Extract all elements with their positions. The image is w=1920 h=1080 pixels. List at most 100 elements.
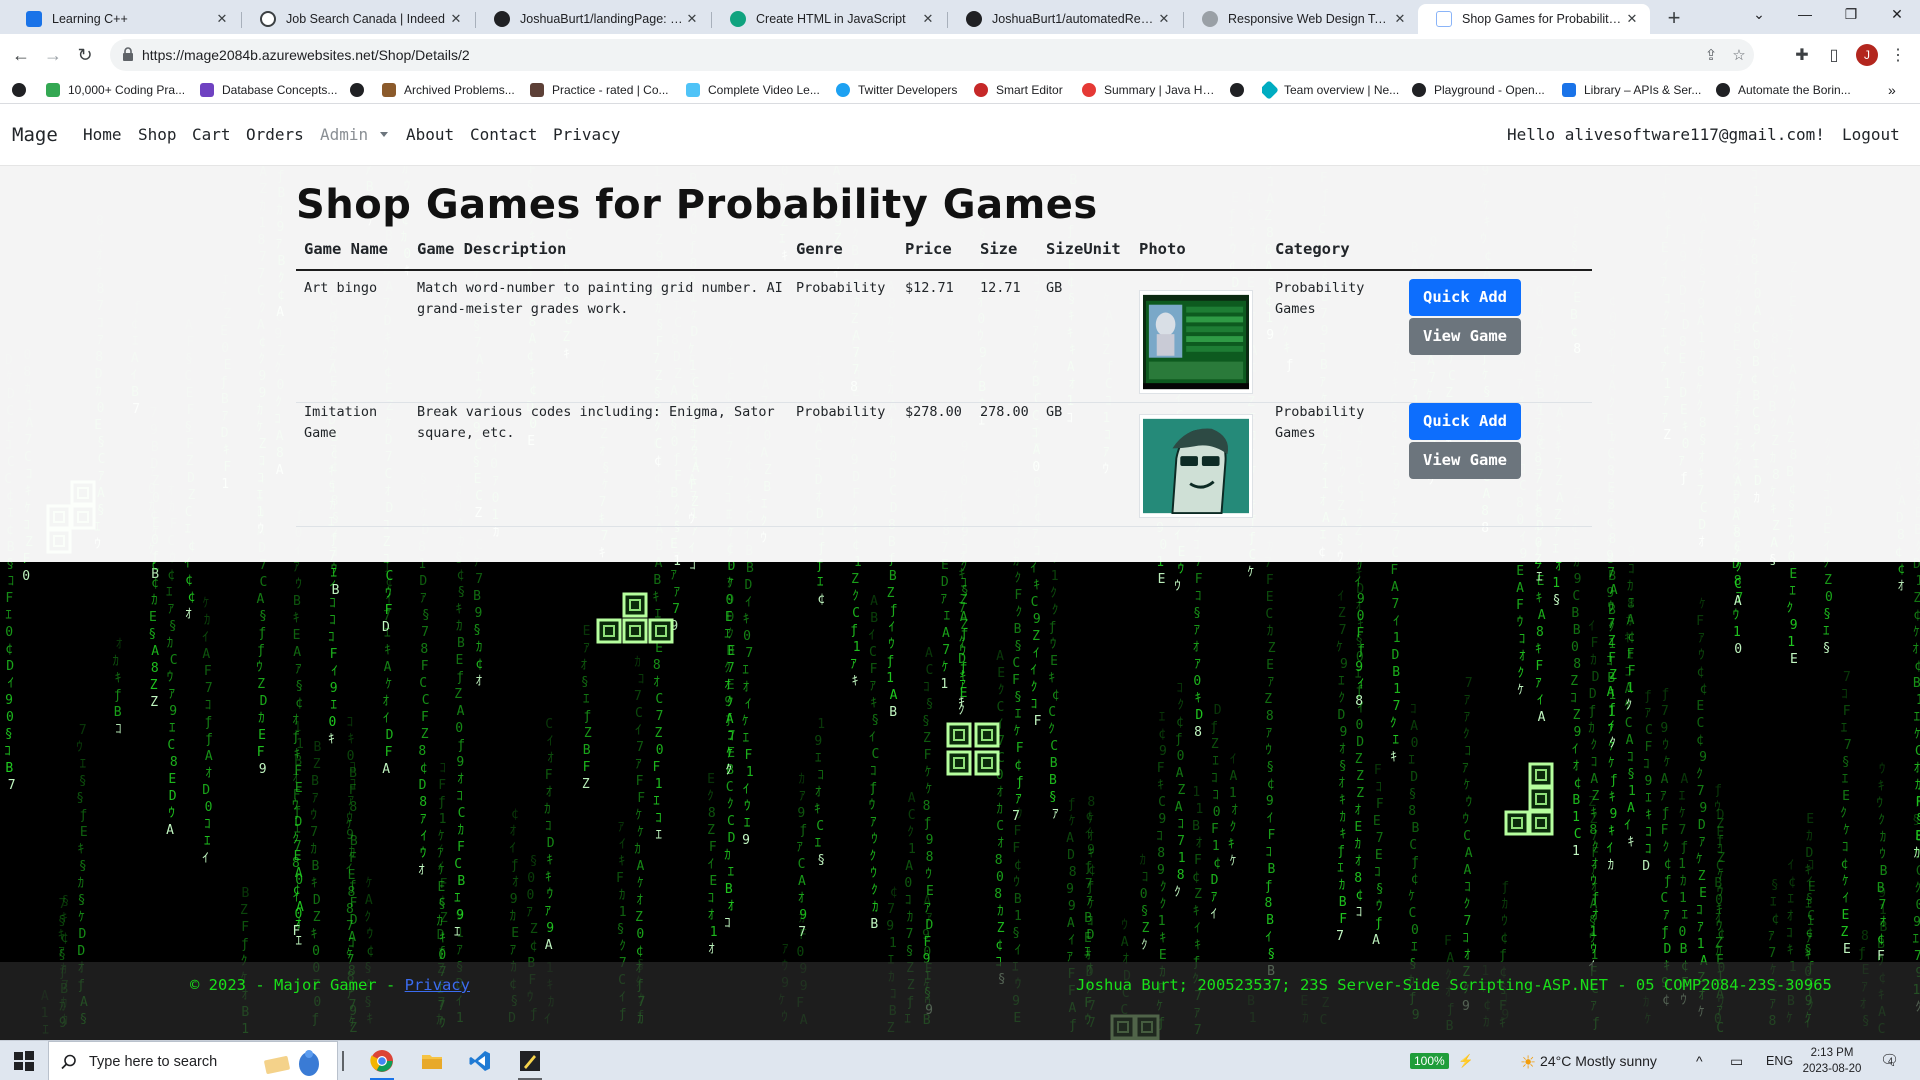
svg-text:¢: ¢ [475,657,483,672]
nav-about[interactable]: About [406,104,454,166]
svg-text:1: 1 [1178,851,1186,866]
extensions-icon[interactable]: ✚ [1792,46,1812,66]
browser-tab[interactable]: Responsive Web Design Task: Ta ✕ [1184,4,1418,34]
browser-tab-active[interactable]: Shop Games for Probability Gan ✕ [1418,4,1650,34]
bookmark-item[interactable] [1230,80,1250,100]
bookmark-item[interactable]: Complete Video Le... [686,80,826,100]
bookmark-star-icon[interactable]: ☆ [1730,47,1748,65]
reload-icon[interactable]: ↻ [72,42,98,68]
new-tab-button[interactable]: + [1660,5,1688,33]
restore-icon[interactable]: ❐ [1828,0,1874,30]
svg-text:B: B [1014,892,1022,907]
chrome-icon[interactable] [370,1049,394,1073]
footer-privacy-link[interactable]: Privacy [405,976,470,994]
language-indicator[interactable]: ENG [1766,1041,1793,1080]
svg-text:1: 1 [1697,937,1705,952]
browser-tab[interactable]: Job Search Canada | Indeed ✕ [242,4,474,34]
bookmarks-overflow-icon[interactable]: » [1888,80,1908,100]
bookmark-item[interactable] [350,80,370,100]
notifications-icon[interactable]: 🗨4 [1880,1041,1904,1080]
side-panel-icon[interactable]: ▯ [1824,46,1844,66]
bookmark-item[interactable]: Smart Editor [974,80,1080,100]
svg-text:9: 9 [742,833,750,848]
svg-text:ｺ: ｺ [204,817,211,832]
nav-contact[interactable]: Contact [470,104,537,166]
browser-tab[interactable]: Create HTML in JavaScript ✕ [712,4,946,34]
svg-text:1: 1 [853,640,861,655]
bookmark-item[interactable]: Automate the Borin... [1716,80,1866,100]
svg-text:9: 9 [1790,618,1798,633]
vscode-icon[interactable] [468,1049,492,1073]
profile-avatar[interactable]: J [1856,44,1878,66]
bookmark-item[interactable]: Summary | Java Ho... [1082,80,1218,100]
svg-text:0: 0 [5,625,13,640]
browser-tab[interactable]: JoshuaBurt1/automatedReports ✕ [948,4,1182,34]
address-bar[interactable]: https://mage2084b.azurewebsites.net/Shop… [110,39,1754,71]
close-icon[interactable]: ✕ [920,11,936,27]
tray-overflow-icon[interactable]: ^ [1696,1041,1703,1080]
close-icon[interactable]: ✕ [1156,11,1172,27]
user-greeting[interactable]: Hello alivesoftware117@gmail.com! [1507,104,1825,166]
browser-tab[interactable]: JoshuaBurt1/landingPage: landi ✕ [476,4,710,34]
bookmark-item[interactable]: Library – APIs & Ser... [1562,80,1702,100]
web-page: DｹDCFｺCC¢ｴ¢B§ｺFｴ0¢Dｲ90§ｺB708ｶ1A7CｺｷｹｺZF0… [0,104,1920,1040]
windows-start-icon[interactable] [12,1049,36,1073]
site-brand[interactable]: Mage [12,104,58,166]
svg-text:8: 8 [923,799,931,814]
bookmark-item[interactable]: Archived Problems... [382,80,522,100]
share-icon[interactable]: ⇪ [1702,47,1720,65]
view-game-button[interactable]: View Game [1409,318,1521,355]
file-explorer-icon[interactable] [420,1049,444,1073]
nav-admin-dropdown[interactable]: Admin [320,104,368,166]
forward-arrow-icon[interactable]: → [40,42,66,68]
svg-text:ｹ: ｹ [366,876,373,891]
svg-text:C: C [1660,891,1668,906]
close-icon[interactable]: ✕ [448,11,464,27]
svg-text:ｺ: ｺ [1212,788,1219,803]
svg-text:ｱ: ｱ [420,591,427,606]
svg-text:7: 7 [1607,617,1615,632]
quick-add-button[interactable]: Quick Add [1409,279,1521,316]
close-icon[interactable]: ✕ [684,11,700,27]
github-tab-icon [494,11,510,27]
sticky-notes-icon[interactable] [518,1049,542,1073]
more-menu-icon[interactable]: ⋮ [1888,46,1908,66]
nav-shop[interactable]: Shop [138,104,177,166]
close-icon[interactable]: ✕ [1624,11,1640,27]
bookmark-item[interactable] [12,80,32,100]
nav-cart[interactable]: Cart [192,104,231,166]
bookmark-item[interactable]: Practice - rated | Co... [530,80,672,100]
svg-text:ｳ: ｳ [346,811,353,826]
view-game-button[interactable]: View Game [1409,442,1521,479]
game-price: $278.00 [905,404,962,420]
window-close-icon[interactable]: ✕ [1874,0,1920,30]
bookmark-item[interactable]: Twitter Developers [836,80,966,100]
battery-indicator[interactable]: 100% ⚡ [1410,1041,1474,1080]
svg-text:ｱ: ｱ [1768,929,1775,944]
svg-text:ｲ: ｲ [619,837,626,852]
system-clock[interactable]: 2:13 PM 2023-08-20 [1800,1045,1864,1077]
network-icon[interactable]: ▭ [1730,1041,1743,1080]
weather-widget[interactable]: ☀ 24°C Mostly sunny [1520,1041,1657,1080]
back-arrow-icon[interactable]: ← [8,42,34,68]
nav-privacy[interactable]: Privacy [553,104,620,166]
nav-orders[interactable]: Orders [246,104,304,166]
bookmark-item[interactable]: Database Concepts... [200,80,340,100]
svg-text:§: § [1804,943,1812,958]
browser-tab[interactable]: Learning C++ ✕ [8,4,240,34]
bookmark-item[interactable]: 10,000+ Coding Pra... [46,80,186,100]
tab-search-icon[interactable]: ⌄ [1736,0,1782,30]
close-icon[interactable]: ✕ [1392,11,1408,27]
close-icon[interactable]: ✕ [214,11,230,27]
svg-text:C: C [167,738,175,753]
taskbar-search[interactable]: Type here to search [48,1041,338,1080]
bookmark-item[interactable]: Team overview | Ne... [1262,80,1404,100]
url-text[interactable]: https://mage2084b.azurewebsites.net/Shop… [142,39,470,71]
bookmark-item[interactable]: Playground - Open... [1412,80,1552,100]
minimize-icon[interactable]: — [1782,0,1828,30]
quick-add-button[interactable]: Quick Add [1409,403,1521,440]
logout-link[interactable]: Logout [1842,104,1900,166]
svg-text:A: A [1066,831,1074,846]
svg-text:ｺ: ｺ [1195,589,1202,604]
nav-home[interactable]: Home [83,104,122,166]
